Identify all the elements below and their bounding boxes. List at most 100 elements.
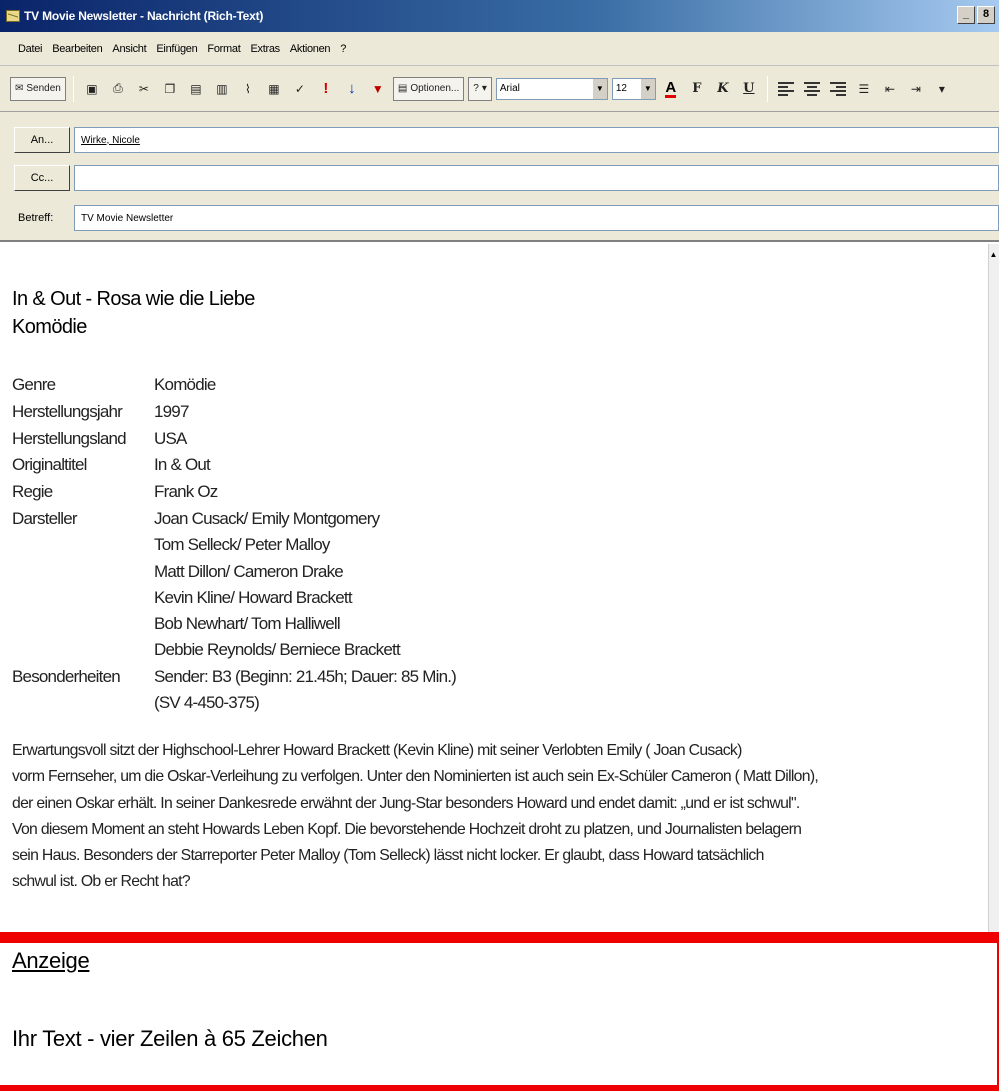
info-row: Tom Selleck/ Peter Malloy <box>12 532 456 558</box>
description-line: schwul ist. Ob er Recht hat? <box>12 873 191 891</box>
cast-member: Tom Selleck/ Peter Malloy <box>154 535 330 555</box>
movie-info: Genre Komödie Herstellungsjahr 1997 Hers… <box>12 372 457 716</box>
bullets-icon[interactable]: ☰ <box>853 77 875 101</box>
cast-member: Bob Newhart/ Tom Halliwell <box>154 614 341 634</box>
chevron-down-icon: ▼ <box>592 78 607 99</box>
info-key: Originaltitel <box>12 455 87 475</box>
info-key: Genre <box>12 375 56 394</box>
to-button[interactable]: An... <box>14 127 70 153</box>
toolbar-separator <box>72 75 74 102</box>
options-button[interactable]: ▤ Optionen... <box>392 76 465 101</box>
chevron-down-icon: ▾ <box>481 83 487 94</box>
mail-icon <box>6 10 20 22</box>
info-row: Originaltitel In & Out <box>12 452 456 479</box>
font-select[interactable]: Arial ▼ <box>495 77 608 100</box>
info-row: Matt Dillon/ Cameron Drake <box>12 559 456 585</box>
cc-button[interactable]: Cc... <box>14 165 70 191</box>
ad-text: Ihr Text - vier Zeilen à 65 Zeichen <box>12 1026 328 1051</box>
align-left-icon[interactable] <box>775 77 797 101</box>
cast-label: Darsteller <box>12 508 78 528</box>
menu-extras[interactable]: Extras <box>250 43 280 55</box>
subject-label: Betreff: <box>18 212 54 224</box>
options-label: Optionen... <box>410 83 460 94</box>
subject-row: Betreff: TV Movie Newsletter <box>0 200 999 236</box>
cut-icon[interactable]: ✂ <box>133 77 155 101</box>
options-icon: ▤ <box>397 83 408 94</box>
check-names-icon[interactable]: ✓ <box>289 77 311 101</box>
menu-format[interactable]: Format <box>207 43 240 55</box>
cast-member: Debbie Reynolds/ Berniece Brackett <box>154 640 401 660</box>
chevron-down-icon: ▼ <box>640 78 655 99</box>
send-label: Senden <box>26 83 61 94</box>
low-importance-icon[interactable]: ↓ <box>341 77 363 101</box>
info-row: Bob Newhart/ Tom Halliwell <box>12 611 456 637</box>
menu-aktionen[interactable]: Aktionen <box>290 43 331 55</box>
info-key: Herstellungsjahr <box>12 401 123 421</box>
menu-einfuegen[interactable]: Einfügen <box>156 43 197 55</box>
description-line: Von diesem Moment an steht Howards Leben… <box>12 820 802 838</box>
window-title: TV Movie Newsletter - Nachricht (Rich-Te… <box>24 9 264 23</box>
cast-block: Darsteller Joan Cusack/ Emily Montgomery… <box>12 506 457 716</box>
to-field[interactable]: Wirke, Nicole <box>74 127 999 153</box>
info-key: Regie <box>12 482 53 502</box>
paste-icon[interactable]: ▤ <box>185 77 207 101</box>
info-row: (SV 4-450-375) <box>12 690 456 716</box>
info-row: Besonderheiten Sender: B3 (Beginn: 21.45… <box>12 664 457 690</box>
font-size-select[interactable]: 12 ▼ <box>611 77 656 100</box>
cast-member: Joan Cusack/ Emily Montgomery <box>154 508 380 528</box>
save-icon[interactable]: ▣ <box>81 77 103 101</box>
cc-row: Cc... <box>0 160 999 196</box>
to-row: An... Wirke, Nicole <box>0 122 999 158</box>
print-icon[interactable]: ⎙ <box>107 77 129 101</box>
align-center-icon[interactable] <box>801 77 823 101</box>
address-book-icon[interactable]: ▦ <box>263 77 285 101</box>
attach-icon[interactable]: ⌇ <box>237 77 259 101</box>
info-value: Frank Oz <box>154 482 218 502</box>
info-value: In & Out <box>154 455 211 475</box>
maximize-button[interactable]: 8 <box>977 6 995 24</box>
font-color-icon: A <box>665 78 677 98</box>
info-row: Debbie Reynolds/ Berniece Brackett <box>12 637 456 663</box>
info-row: Kevin Kline/ Howard Brackett <box>12 585 456 611</box>
special-value: Sender: B3 (Beginn: 21.45h; Dauer: 85 Mi… <box>154 666 457 686</box>
movie-description: Erwartungsvoll sitzt der Highschool-Lehr… <box>12 738 912 896</box>
message-header: An... Wirke, Nicole Cc... Betreff: TV Mo… <box>0 112 999 242</box>
title-bar: TV Movie Newsletter - Nachricht (Rich-Te… <box>0 0 999 32</box>
font-value: Arial <box>499 83 520 94</box>
increase-indent-icon[interactable]: ⇥ <box>905 77 927 101</box>
toolbar-separator <box>766 75 768 102</box>
info-row: Herstellungsland USA <box>12 426 456 453</box>
description-line: der einen Oskar erhält. In seiner Dankes… <box>12 794 800 812</box>
menu-help[interactable]: ? <box>340 43 346 55</box>
high-importance-icon[interactable]: ! <box>315 77 337 101</box>
menu-datei[interactable]: Datei <box>18 43 42 55</box>
menu-ansicht[interactable]: Ansicht <box>112 43 146 55</box>
more-options-icon[interactable]: ▾ <box>931 77 953 101</box>
cc-field[interactable] <box>74 165 999 191</box>
decrease-indent-icon[interactable]: ⇤ <box>879 77 901 101</box>
movie-title: In & Out - Rosa wie die Liebe <box>12 288 255 310</box>
description-line: vorm Fernseher, um die Oskar-Verleihung … <box>12 768 819 786</box>
italic-button[interactable]: K <box>712 77 734 101</box>
subject-field[interactable]: TV Movie Newsletter <box>74 205 999 231</box>
scroll-up-icon[interactable]: ▲ <box>988 250 999 264</box>
insert-file-icon[interactable]: ▥ <box>211 77 233 101</box>
align-right-icon[interactable] <box>827 77 849 101</box>
info-value: Komödie <box>154 375 216 394</box>
font-color-button[interactable]: A <box>660 77 682 101</box>
underline-button[interactable]: U <box>738 77 760 101</box>
menu-bearbeiten[interactable]: Bearbeiten <box>52 43 103 55</box>
ad-title: Anzeige <box>12 948 90 973</box>
flag-icon[interactable]: ▼ <box>367 77 389 101</box>
special-value: (SV 4-450-375) <box>154 693 260 713</box>
help-icon: ? <box>473 83 479 94</box>
help-button[interactable]: ? ▾ <box>468 76 492 101</box>
ad-box <box>0 932 999 1091</box>
copy-icon[interactable]: ❐ <box>159 77 181 101</box>
send-icon: ✉ <box>15 83 24 94</box>
minimize-button[interactable]: _ <box>957 6 975 24</box>
info-value: USA <box>154 428 187 448</box>
cast-member: Kevin Kline/ Howard Brackett <box>154 587 353 607</box>
bold-button[interactable]: F <box>686 77 708 101</box>
send-button[interactable]: ✉ Senden <box>10 76 66 101</box>
